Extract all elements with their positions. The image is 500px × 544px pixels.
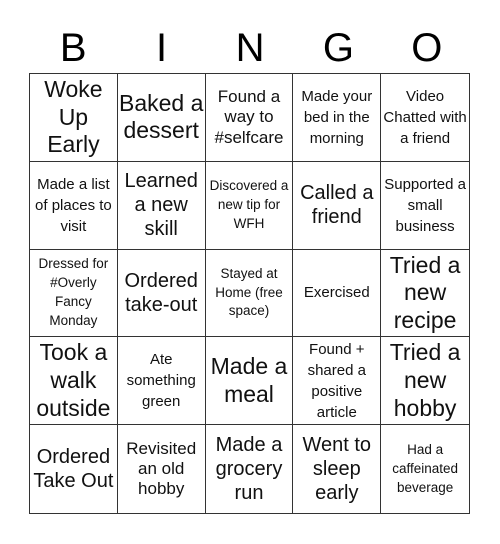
header-letter-n: N [235, 26, 265, 70]
cell-text: Made a list of places to visit [35, 175, 112, 235]
cell-text: Revisited an old hobby [126, 438, 197, 499]
cell-text: Made a meal [210, 353, 288, 407]
bingo-cell[interactable]: Video Chatted with a friend [381, 74, 469, 162]
cell-text: Stayed at Home (free space) [215, 265, 283, 319]
bingo-cell[interactable]: Called a friend [293, 161, 382, 250]
bingo-cell[interactable]: Made a grocery run [206, 425, 294, 513]
cell-text: Made your bed in the morning [301, 87, 373, 147]
bingo-cell[interactable]: Tried a new hobby [381, 337, 469, 426]
cell-text: Woke Up Early [44, 76, 103, 158]
cell-text: Found + shared a positive article [307, 340, 366, 421]
bingo-cell[interactable]: Discovered a new tip for WFH [205, 161, 294, 250]
bingo-cell[interactable]: Ate something green [117, 337, 206, 426]
bingo-cell[interactable]: Ordered take-out [117, 249, 206, 338]
cell-text: Tried a new hobby [389, 339, 461, 421]
bingo-cell[interactable]: Found + shared a positive article [293, 337, 382, 426]
bingo-cell[interactable]: Made a meal [205, 337, 294, 426]
cell-text: Ate something green [126, 351, 196, 411]
bingo-cell[interactable]: Went to sleep early [293, 425, 382, 513]
bingo-cell[interactable]: Dressed for #Overly Fancy Monday [30, 249, 118, 338]
cell-text: Called a friend [300, 182, 374, 229]
cell-text: Learned a new skill [124, 170, 198, 241]
cell-text: Video Chatted with a friend [383, 87, 467, 147]
bingo-cell[interactable]: Learned a new skill [117, 161, 206, 250]
cell-text: Had a caffeinated beverage [392, 441, 458, 495]
cell-text: Dressed for #Overly Fancy Monday [38, 256, 109, 328]
header-letter-g: G [322, 26, 354, 70]
bingo-cell[interactable]: Revisited an old hobby [118, 425, 206, 513]
cell-text: Tried a new recipe [389, 251, 461, 333]
bingo-cell[interactable]: Ordered Take Out [30, 425, 118, 513]
cell-text: Took a walk outside [36, 339, 111, 421]
bingo-cell[interactable]: Made a list of places to visit [30, 161, 118, 250]
free-space-cell[interactable]: Stayed at Home (free space) [205, 249, 294, 338]
header-letter-i: I [156, 26, 168, 70]
bingo-cell[interactable]: Baked a dessert [117, 74, 206, 162]
bingo-header: B I N G O [29, 24, 471, 72]
header-letter-o: O [411, 26, 443, 70]
bingo-board: Woke Up Early Baked a dessert Found a wa… [29, 73, 470, 514]
cell-text: Baked a dessert [118, 89, 204, 144]
bingo-cell[interactable]: Exercised [293, 249, 382, 338]
bingo-cell[interactable]: Supported a small business [381, 162, 469, 250]
bingo-cell[interactable]: Had a caffeinated beverage [381, 425, 469, 513]
bingo-cell[interactable]: Found a way to #selfcare [205, 74, 294, 162]
header-letter-b: B [59, 26, 87, 70]
cell-text: Ordered take-out [124, 269, 198, 316]
cell-text: Ordered Take Out [33, 446, 114, 493]
cell-text: Made a grocery run [215, 434, 283, 505]
cell-text: Found a way to #selfcare [214, 86, 284, 147]
bingo-cell[interactable]: Made your bed in the morning [293, 74, 382, 162]
bingo-cell[interactable]: Woke Up Early [30, 74, 118, 162]
bingo-cell[interactable]: Tried a new recipe [381, 250, 469, 338]
bingo-cell[interactable]: Took a walk outside [30, 337, 118, 426]
cell-text: Discovered a new tip for WFH [209, 177, 289, 231]
cell-text: Supported a small business [384, 175, 466, 235]
cell-text: Went to sleep early [302, 434, 372, 505]
cell-text: Exercised [303, 284, 370, 302]
